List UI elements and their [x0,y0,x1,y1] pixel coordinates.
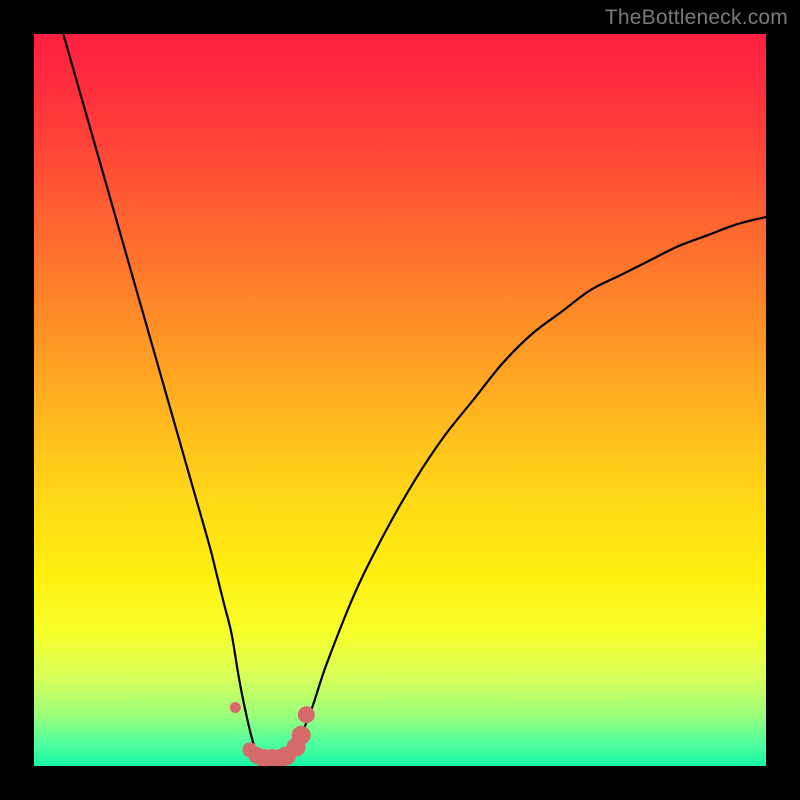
curve-svg [34,34,766,766]
highlight-markers [230,702,314,766]
highlight-marker [230,702,240,712]
bottleneck-curve [63,34,766,766]
watermark-text: TheBottleneck.com [605,6,788,30]
highlight-marker [292,726,310,744]
plot-area [34,34,766,766]
highlight-marker [298,707,314,723]
chart-frame: TheBottleneck.com [0,0,800,800]
